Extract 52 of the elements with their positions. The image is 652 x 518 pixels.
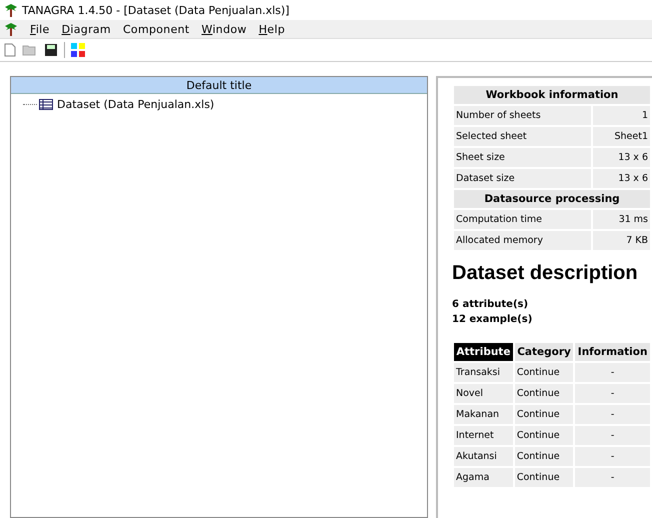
table-cell: Novel: [454, 384, 513, 403]
tree-logo-icon: [4, 3, 18, 17]
table-cell: Internet: [454, 426, 513, 445]
table-cell: 31 ms: [593, 210, 650, 229]
table-cell: -: [575, 405, 650, 424]
table-cell: -: [575, 426, 650, 445]
menu-item[interactable]: Diagram: [62, 22, 111, 36]
table-cell: 7 KB: [593, 231, 650, 250]
table-cell: 1: [593, 106, 650, 125]
table-cell: Number of sheets: [454, 106, 592, 125]
section-header: Workbook information: [454, 86, 650, 104]
menu-item[interactable]: Window: [202, 22, 247, 36]
table-cell: Agama: [454, 468, 513, 487]
window-title: TANAGRA 1.4.50 - [Dataset (Data Penjualan.xls)]: [22, 4, 290, 16]
table-cell: Allocated memory: [454, 231, 592, 250]
tree-logo-icon: [4, 22, 18, 36]
table-cell: Makanan: [454, 405, 513, 424]
table-cell: Continue: [514, 405, 574, 424]
panel-title: Default title: [11, 77, 427, 94]
table-cell: 13 x 6: [593, 169, 650, 188]
table-cell: Sheet size: [454, 148, 592, 167]
table-cell: Continue: [514, 384, 574, 403]
column-header: Attribute: [454, 343, 513, 361]
table-cell: Dataset size: [454, 169, 592, 188]
menu-item[interactable]: File: [30, 22, 50, 36]
table-cell: Computation time: [454, 210, 592, 229]
section-heading: Dataset description: [452, 262, 638, 285]
table-cell: Akutansi: [454, 447, 513, 466]
table-cell: Continue: [514, 426, 574, 445]
table-cell: -: [575, 384, 650, 403]
table-cell: -: [575, 468, 650, 487]
column-header: Information: [575, 343, 650, 361]
summary-text: 12 example(s): [452, 313, 534, 327]
tree-item[interactable]: Dataset (Data Penjualan.xls): [55, 98, 216, 111]
table-cell: Selected sheet: [454, 127, 592, 146]
table-cell: -: [575, 447, 650, 466]
new-file-icon[interactable]: [4, 43, 16, 57]
table-icon: [39, 99, 53, 110]
menu-item[interactable]: Help: [258, 22, 285, 36]
table-cell: Continue: [514, 447, 574, 466]
table-cell: Continue: [514, 468, 574, 487]
diagram-icon[interactable]: [71, 43, 85, 57]
table-cell: Transaksi: [454, 363, 513, 382]
column-header: Category: [514, 343, 574, 361]
menu-item[interactable]: Component: [122, 22, 190, 36]
table-cell: 13 x 6: [593, 148, 650, 167]
table-cell: Continue: [514, 363, 574, 382]
table-cell: Sheet1: [593, 127, 650, 146]
section-header: Datasource processing: [454, 190, 650, 208]
summary-text: 6 attribute(s): [452, 298, 530, 312]
save-icon[interactable]: [44, 43, 58, 57]
table-cell: -: [575, 363, 650, 382]
